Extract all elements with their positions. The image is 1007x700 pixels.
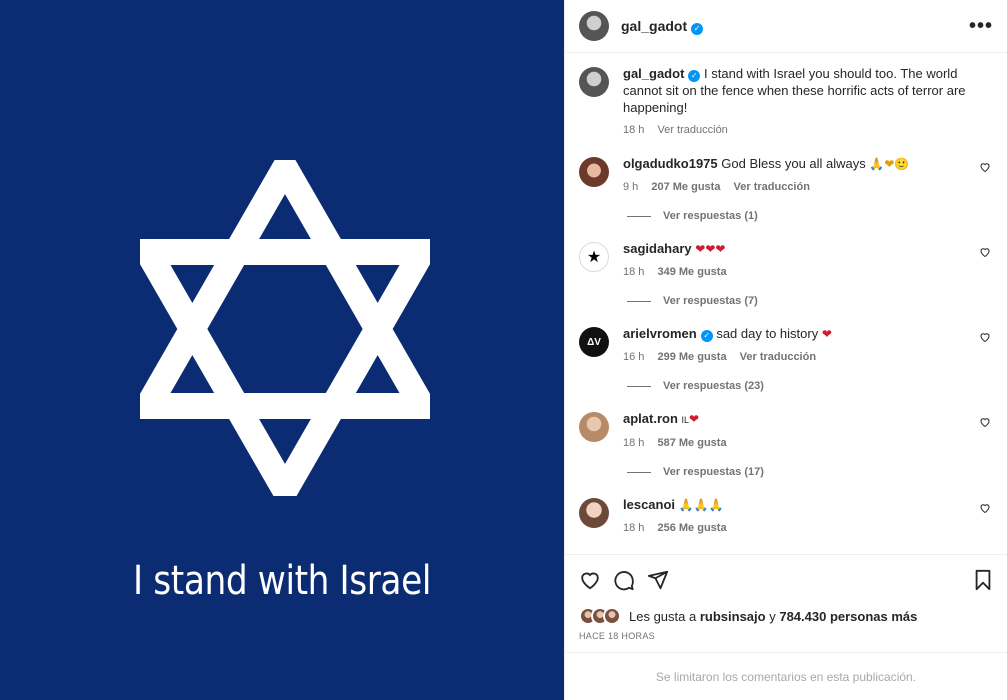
verified-badge-icon: ✓ — [688, 70, 701, 82]
comment-text: sad day to history — [716, 326, 819, 341]
view-replies-button[interactable]: Ver respuestas (23) — [627, 380, 991, 392]
comment-emoji: ❤ — [821, 327, 832, 341]
replies-divider — [627, 385, 651, 387]
commenter-avatar[interactable] — [579, 157, 609, 187]
like-comment-heart-icon[interactable] — [979, 502, 991, 514]
commenter-avatar[interactable] — [579, 498, 609, 528]
comment-item: lescanoi 🙏🙏🙏 18 h 256 Me gusta — [579, 496, 991, 537]
likes-summary: Les gusta a rubsinsajo y 784.430 persona… — [579, 607, 993, 625]
comment-emoji: 🙏❤🙂 — [869, 157, 910, 171]
post-viewer: I stand with Israel gal_gadot ✓ ••• gal_g… — [0, 0, 1007, 700]
comment-text: IL — [681, 415, 690, 425]
likes-count[interactable]: 784.430 personas más — [779, 609, 917, 624]
comment-text: God Bless you all always — [721, 156, 866, 171]
comment-likes[interactable]: 587 Me gusta — [657, 437, 726, 449]
commenter-username[interactable]: lescanoi — [623, 497, 675, 512]
likes-middle: y — [769, 608, 776, 624]
author-avatar[interactable] — [579, 11, 609, 41]
commenter-avatar[interactable] — [579, 412, 609, 442]
like-heart-icon[interactable] — [579, 569, 601, 591]
share-paper-plane-icon[interactable] — [647, 569, 669, 591]
post-actions: Les gusta a rubsinsajo y 784.430 persona… — [565, 554, 1007, 652]
likes-prefix: Les gusta a — [629, 608, 697, 624]
caption-avatar[interactable] — [579, 67, 609, 97]
comments-limited-notice: Se limitaron los comentarios en esta pub… — [565, 652, 1007, 700]
replies-label: Ver respuestas (17) — [663, 466, 764, 478]
post-header: gal_gadot ✓ ••• — [565, 0, 1007, 53]
like-comment-heart-icon[interactable] — [979, 246, 991, 258]
comment-likes[interactable]: 349 Me gusta — [657, 266, 726, 278]
post-caption: gal_gadot ✓ I stand with Israel you shoul… — [579, 65, 991, 139]
comment-time[interactable]: 18 h — [623, 437, 644, 449]
caption-time[interactable]: 18 h — [623, 124, 644, 136]
replies-divider — [627, 471, 651, 473]
verified-badge-icon: ✓ — [700, 330, 713, 342]
commenter-avatar[interactable]: ★ — [579, 242, 609, 272]
liker-username[interactable]: rubsinsajo — [700, 609, 766, 624]
commenter-username[interactable]: arielvromen — [623, 326, 697, 341]
comment-emoji: ❤❤❤ — [695, 242, 726, 256]
image-caption: I stand with Israel — [133, 558, 431, 604]
comment-likes[interactable]: 207 Me gusta — [651, 181, 720, 193]
save-bookmark-icon[interactable] — [973, 569, 993, 591]
comment-translate-link[interactable]: Ver traducción — [740, 351, 816, 363]
more-options-icon[interactable]: ••• — [969, 15, 993, 38]
replies-label: Ver respuestas (1) — [663, 210, 758, 222]
view-replies-button[interactable]: Ver respuestas (17) — [627, 466, 991, 478]
comment-time[interactable]: 18 h — [623, 266, 644, 278]
like-comment-heart-icon[interactable] — [979, 161, 991, 173]
comment-item: aplat.ron IL❤ 18 h 587 Me gusta — [579, 410, 991, 452]
like-comment-heart-icon[interactable] — [979, 416, 991, 428]
post-timestamp[interactable]: HACE 18 HORAS — [579, 631, 993, 641]
replies-label: Ver respuestas (23) — [663, 380, 764, 392]
comment-translate-link[interactable]: Ver traducción — [734, 181, 810, 193]
comment-item: olgadudko1975 God Bless you all always 🙏… — [579, 155, 991, 196]
comment-emoji: ❤ — [689, 412, 700, 426]
comment-likes[interactable]: 256 Me gusta — [657, 522, 726, 534]
comment-time[interactable]: 9 h — [623, 181, 638, 193]
author-username[interactable]: gal_gadot ✓ — [621, 18, 704, 35]
star-of-david-icon — [140, 160, 430, 496]
commenter-username[interactable]: olgadudko1975 — [623, 156, 718, 171]
comment-item: ΔV arielvromen ✓ sad day to history ❤ 16 … — [579, 325, 991, 366]
comments-list[interactable]: gal_gadot ✓ I stand with Israel you shoul… — [565, 53, 1007, 554]
comment-likes[interactable]: 299 Me gusta — [657, 351, 726, 363]
post-image[interactable]: I stand with Israel — [0, 0, 564, 700]
verified-badge-icon: ✓ — [691, 22, 704, 35]
view-replies-button[interactable]: Ver respuestas (1) — [627, 210, 991, 222]
commenter-avatar[interactable]: ΔV — [579, 327, 609, 357]
caption-translate-link[interactable]: Ver traducción — [657, 124, 727, 136]
replies-divider — [627, 300, 651, 302]
comment-item: ★ sagidahary ❤❤❤ 18 h 349 Me gusta — [579, 240, 991, 281]
comment-bubble-icon[interactable] — [613, 569, 635, 591]
replies-label: Ver respuestas (7) — [663, 295, 758, 307]
comment-time[interactable]: 16 h — [623, 351, 644, 363]
comment-emoji: 🙏🙏🙏 — [678, 498, 724, 512]
caption-username[interactable]: gal_gadot — [623, 66, 684, 81]
comment-time[interactable]: 18 h — [623, 522, 644, 534]
replies-divider — [627, 215, 651, 217]
commenter-username[interactable]: aplat.ron — [623, 411, 678, 426]
view-replies-button[interactable]: Ver respuestas (7) — [627, 295, 991, 307]
liker-avatars[interactable] — [579, 607, 621, 625]
post-side-panel: gal_gadot ✓ ••• gal_gadot ✓ I stand with I… — [564, 0, 1007, 700]
commenter-username[interactable]: sagidahary — [623, 241, 692, 256]
like-comment-heart-icon[interactable] — [979, 331, 991, 343]
